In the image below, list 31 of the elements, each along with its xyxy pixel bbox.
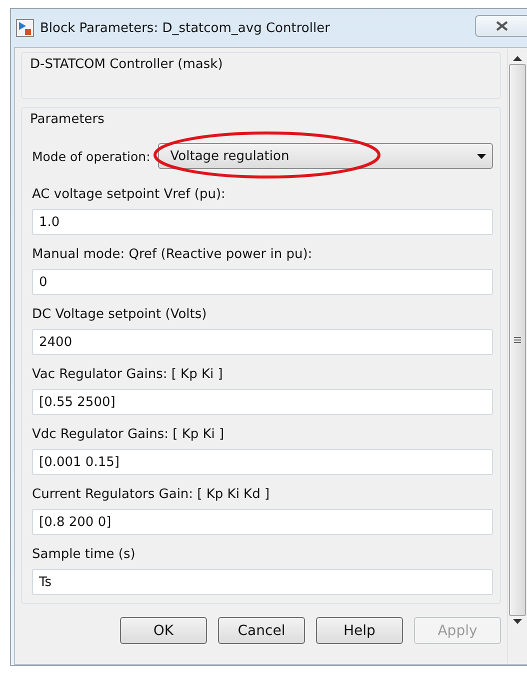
field-label: Manual mode: Qref (Reactive power in pu): — [32, 247, 314, 262]
scroll-thumb[interactable] — [509, 64, 526, 616]
field-label: AC voltage setpoint Vref (pu): — [32, 187, 226, 202]
input-field[interactable]: [0.55 2500] — [32, 389, 493, 415]
grip-icon — [514, 337, 521, 343]
field-label: Vdc Regulator Gains: [ Kp Ki ] — [32, 427, 226, 442]
close-icon — [496, 21, 508, 31]
input-field[interactable]: [0.8 200 0] — [32, 509, 493, 535]
field-label: Sample time (s) — [32, 547, 136, 562]
block-icon — [16, 19, 34, 37]
caret-icon — [477, 154, 486, 158]
parameters-heading: Parameters — [29, 111, 106, 127]
input-field[interactable]: Ts — [32, 569, 493, 595]
down-arrow-icon — [513, 619, 522, 624]
field-label: Current Regulators Gain: [ Kp Ki Kd ] — [32, 487, 271, 502]
close-button[interactable] — [475, 15, 527, 37]
mask-title: D-STATCOM Controller (mask) — [29, 56, 224, 72]
field-label: Vac Regulator Gains: [ Kp Ki ] — [32, 367, 224, 382]
dialog-button[interactable]: Cancel — [218, 617, 305, 644]
up-arrow-icon — [513, 56, 522, 61]
input-field[interactable]: [0.001 0.15] — [32, 449, 493, 475]
mode-dropdown[interactable]: Voltage regulation — [158, 143, 493, 169]
field-label: DC Voltage setpoint (Volts) — [32, 307, 208, 322]
dialog-button[interactable]: Help — [316, 617, 403, 644]
input-field[interactable]: 1.0 — [32, 209, 493, 235]
window-title: Block Parameters: D_statcom_avg Controller — [40, 20, 331, 36]
dialog-button[interactable]: OK — [120, 617, 207, 644]
input-field[interactable]: 2400 — [32, 329, 493, 355]
field-label: Mode of operation: — [32, 148, 150, 164]
scrollbar[interactable] — [507, 48, 527, 664]
input-field[interactable]: 0 — [32, 269, 493, 295]
